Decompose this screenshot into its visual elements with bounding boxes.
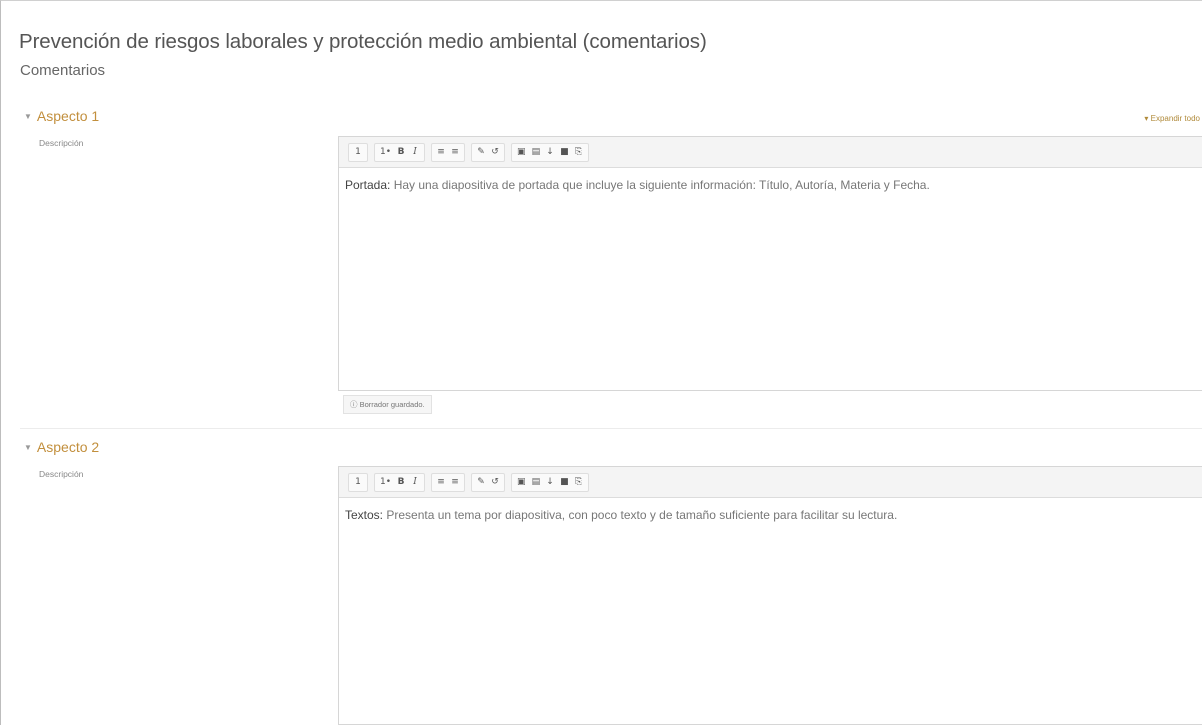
editor-toolbar: 1 1• B I ≡ ≡ ✎ ↺ ▣ ▤ ↓ ■ ⎘ <box>339 467 1202 498</box>
microphone-icon[interactable]: ↓ <box>543 145 557 160</box>
aspect-1-description-label: Descripción <box>39 138 84 148</box>
link-icon[interactable]: ✎ <box>474 475 488 490</box>
toolbar-group-media: ▣ ▤ ↓ ■ ⎘ <box>511 142 589 162</box>
aspect-2-editor[interactable]: 1 1• B I ≡ ≡ ✎ ↺ ▣ ▤ ↓ ■ ⎘ Textos: Prese… <box>338 466 1202 725</box>
video-camera-icon[interactable]: ■ <box>557 145 572 160</box>
copy-icon[interactable]: ⎘ <box>572 145 586 160</box>
toolbar-group-paragraph: 1 <box>348 142 368 162</box>
expand-all-link[interactable]: ▾ Expandir todo <box>1144 114 1200 123</box>
italic-button[interactable]: I <box>408 145 422 160</box>
page-subtitle: Comentarios <box>20 62 106 79</box>
italic-button[interactable]: I <box>408 475 422 490</box>
toolbar-group-lists: ≡ ≡ <box>431 142 466 162</box>
unlink-icon[interactable]: ↺ <box>488 475 502 490</box>
aspect-1-heading[interactable]: ▼ Aspecto 1 <box>24 108 99 124</box>
ordered-list-button[interactable]: ≡ <box>448 145 462 160</box>
more-formats-button[interactable]: 1• <box>377 475 394 490</box>
unlink-icon[interactable]: ↺ <box>488 145 502 160</box>
image-icon[interactable]: ▣ <box>514 145 529 160</box>
aspect-1-editor[interactable]: 1 1• B I ≡ ≡ ✎ ↺ ▣ ▤ ↓ ■ ⎘ Portada: Hay … <box>338 136 1202 391</box>
aspect-1-lead: Portada: <box>345 178 391 192</box>
ordered-list-button[interactable]: ≡ <box>448 475 462 490</box>
unordered-list-button[interactable]: ≡ <box>434 475 448 490</box>
image-icon[interactable]: ▣ <box>514 475 529 490</box>
section-divider <box>20 428 1202 429</box>
link-icon[interactable]: ✎ <box>474 145 488 160</box>
more-formats-button[interactable]: 1• <box>377 145 394 160</box>
copy-icon[interactable]: ⎘ <box>572 475 586 490</box>
toolbar-group-paragraph: 1 <box>348 472 368 492</box>
editor-content[interactable]: Textos: Presenta un tema por diapositiva… <box>339 498 1202 688</box>
collapse-caret-icon: ▼ <box>24 443 32 452</box>
aspect-2-description-label: Descripción <box>39 469 84 479</box>
paragraph-style-button[interactable]: 1 <box>351 145 365 160</box>
bold-button[interactable]: B <box>394 475 408 490</box>
unordered-list-button[interactable]: ≡ <box>434 145 448 160</box>
toolbar-group-media: ▣ ▤ ↓ ■ ⎘ <box>511 472 589 492</box>
collapse-caret-icon: ▼ <box>24 112 32 121</box>
editor-content[interactable]: Portada: Hay una diapositiva de portada … <box>339 168 1202 358</box>
aspect-2-heading[interactable]: ▼ Aspecto 2 <box>24 439 99 455</box>
microphone-icon[interactable]: ↓ <box>543 475 557 490</box>
aspect-2-lead: Textos: <box>345 508 384 522</box>
toolbar-group-links: ✎ ↺ <box>471 142 506 162</box>
aspect-1-text: Hay una diapositiva de portada que inclu… <box>390 178 930 192</box>
draft-saved-status: ⓘ Borrador guardado. <box>343 395 432 414</box>
bold-button[interactable]: B <box>394 145 408 160</box>
video-camera-icon[interactable]: ■ <box>557 475 572 490</box>
toolbar-group-lists: ≡ ≡ <box>431 472 466 492</box>
toolbar-group-format: 1• B I <box>374 472 426 492</box>
aspect-1-title: Aspecto 1 <box>36 108 100 124</box>
aspect-2-title: Aspecto 2 <box>36 439 100 455</box>
aspect-2-text: Presenta un tema por diapositiva, con po… <box>383 508 898 522</box>
editor-toolbar: 1 1• B I ≡ ≡ ✎ ↺ ▣ ▤ ↓ ■ ⎘ <box>339 137 1202 168</box>
toolbar-group-format: 1• B I <box>374 142 426 162</box>
page-title: Prevención de riesgos laborales y protec… <box>19 30 707 53</box>
media-icon[interactable]: ▤ <box>529 145 544 160</box>
toolbar-group-links: ✎ ↺ <box>471 472 506 492</box>
media-icon[interactable]: ▤ <box>529 475 544 490</box>
paragraph-style-button[interactable]: 1 <box>351 475 365 490</box>
